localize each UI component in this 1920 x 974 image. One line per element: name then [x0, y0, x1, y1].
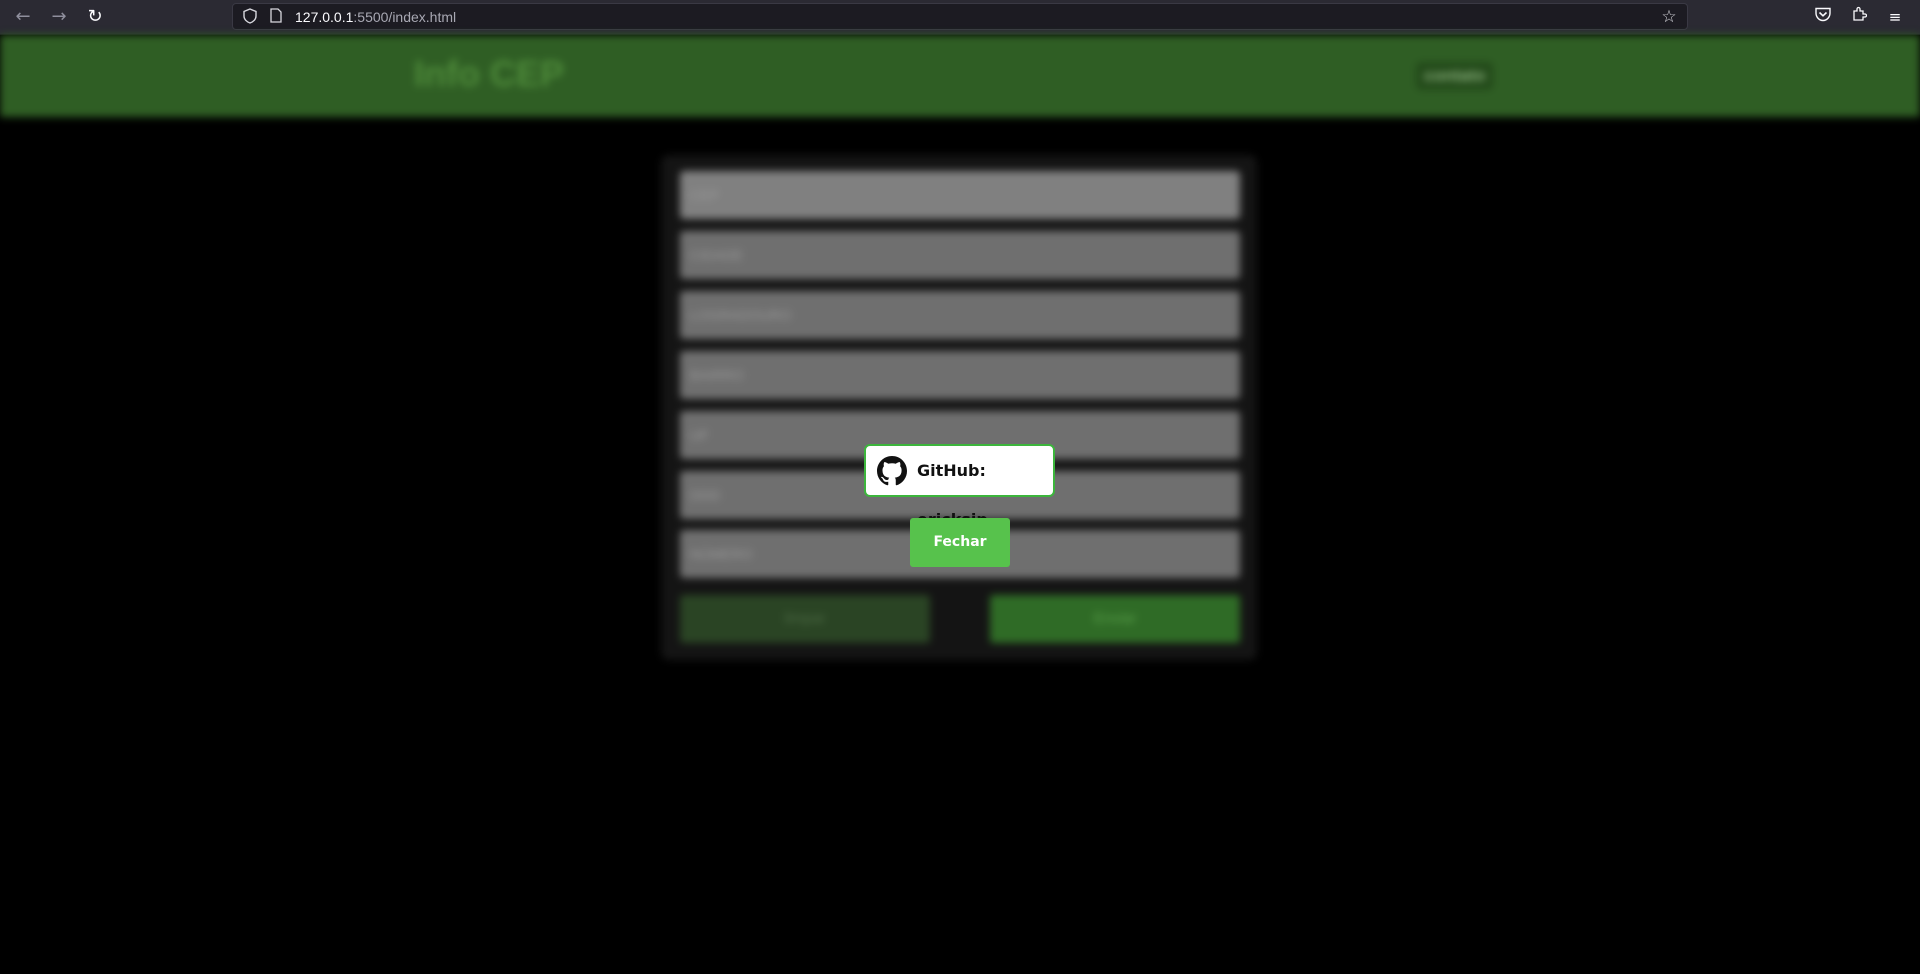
url-path: :5500/index.html	[353, 9, 457, 25]
neighborhood-field[interactable]: BAIRRO	[680, 351, 1240, 399]
github-info-box: GitHub: ericksjp	[864, 444, 1055, 529]
cep-field[interactable]: CEP	[680, 171, 1240, 219]
star-icon[interactable]: ☆	[1659, 7, 1679, 27]
close-button[interactable]: Fechar	[910, 518, 1010, 567]
browser-toolbar: ← → ↻ 127.0.0.1:5500/index.html ☆ ≡	[0, 0, 1920, 35]
github-username: GitHub: ericksjp	[917, 461, 988, 529]
shield-icon[interactable]	[241, 8, 259, 26]
site-header: Info CEP contato	[0, 35, 1920, 117]
pocket-icon[interactable]	[1812, 6, 1834, 28]
page-icon	[267, 8, 285, 26]
clear-button[interactable]: limpar	[680, 595, 930, 643]
github-icon	[877, 456, 907, 486]
url-text[interactable]: 127.0.0.1:5500/index.html	[295, 4, 456, 31]
back-arrow-icon[interactable]: ←	[12, 6, 34, 28]
reload-icon[interactable]: ↻	[84, 6, 106, 28]
url-host: 127.0.0.1	[295, 9, 354, 25]
forward-arrow-icon[interactable]: →	[48, 6, 70, 28]
street-field[interactable]: LOGRADOURO	[680, 291, 1240, 339]
menu-icon[interactable]: ≡	[1884, 6, 1906, 28]
address-bar[interactable]: 127.0.0.1:5500/index.html ☆	[232, 3, 1688, 30]
submit-button[interactable]: Enviar	[990, 595, 1240, 643]
site-logo: Info CEP	[414, 53, 564, 94]
extensions-icon[interactable]	[1848, 6, 1870, 28]
city-field[interactable]: CIDADE	[680, 231, 1240, 279]
contact-button[interactable]: contato	[1416, 62, 1494, 90]
cep-form: CEP CIDADE LOGRADOURO BAIRRO UF DDD NÚME…	[661, 155, 1257, 660]
